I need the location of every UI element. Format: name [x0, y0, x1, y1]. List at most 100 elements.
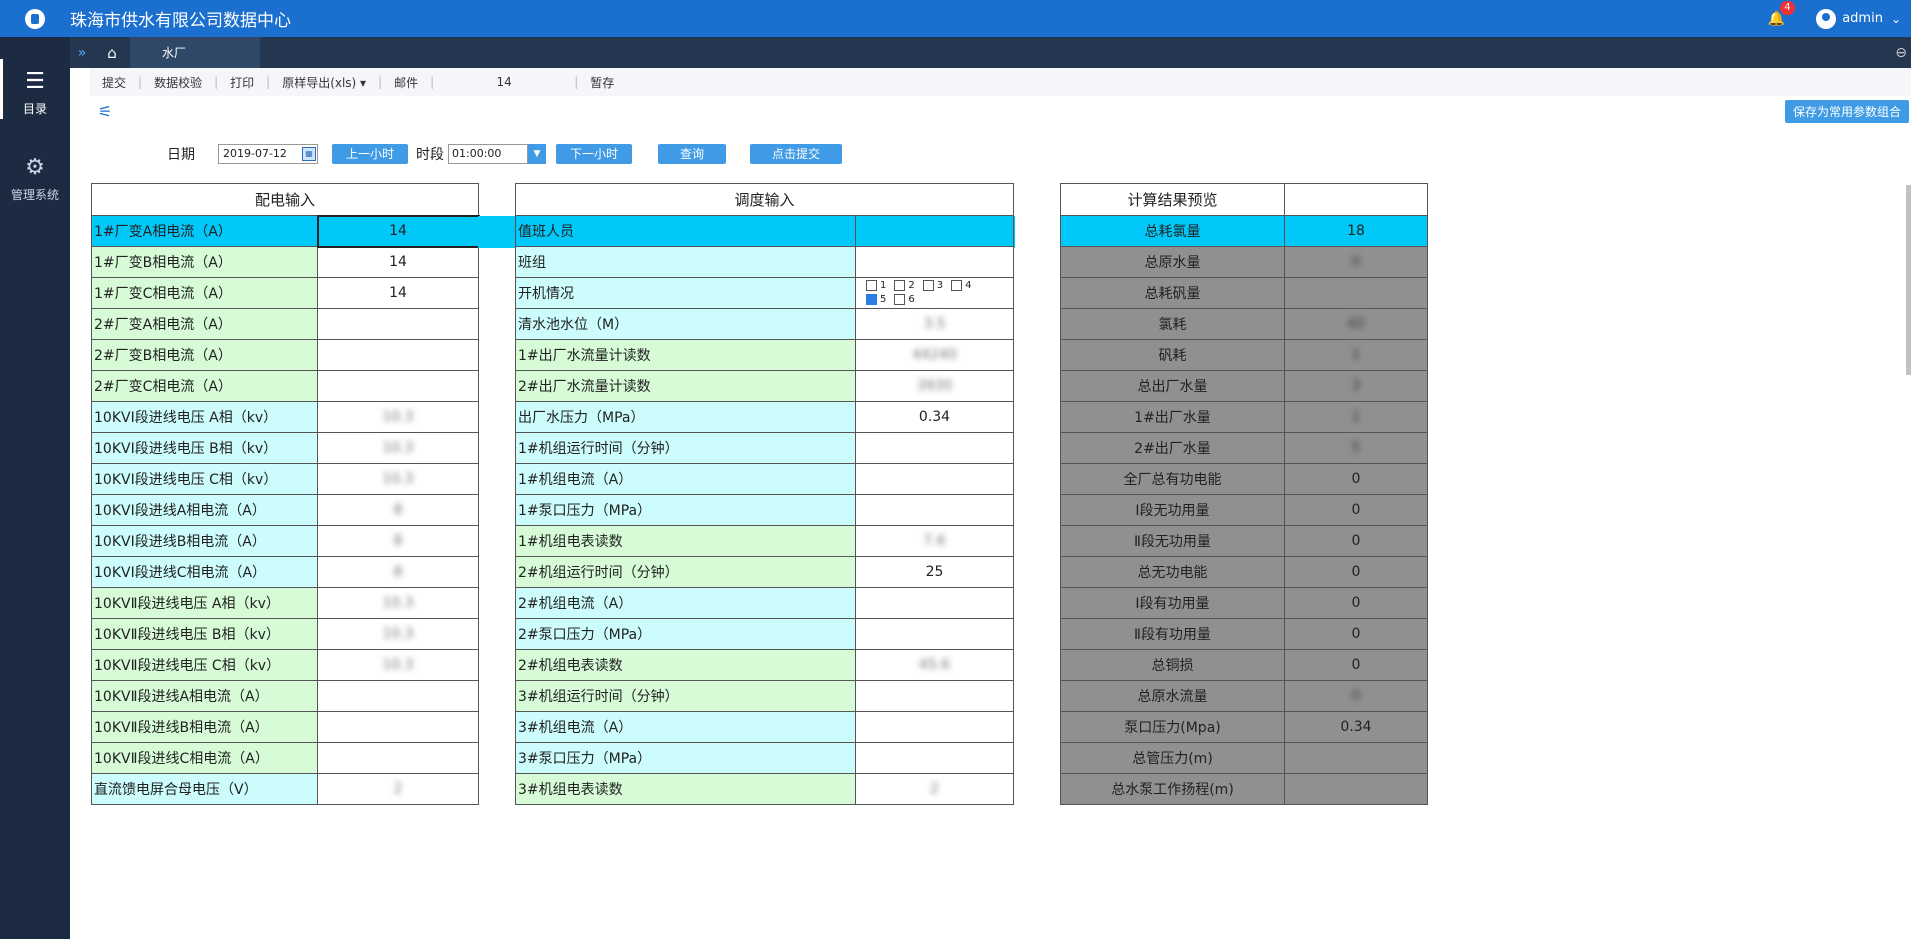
dispatch-input-table: 调度输入 值班人员 班组 开机情况 1 2 3 4 5 6 清水池水位（M） 3.5 1#出厂水流量计读… — [514, 183, 1015, 805]
validate-button[interactable]: 数据校验 — [142, 74, 214, 91]
row-value-input[interactable]: 14 — [316, 277, 480, 309]
row-value-input[interactable] — [316, 370, 480, 402]
row-value: 0 — [1284, 463, 1428, 495]
row-value-input[interactable]: 8 — [316, 494, 480, 526]
chevron-down-icon[interactable]: ▼ — [528, 144, 547, 164]
row-value-input[interactable]: 10.3 — [316, 587, 480, 619]
row-value: 5 — [1284, 432, 1428, 464]
row-value-input[interactable]: 10.3 — [316, 649, 480, 681]
row-value-input[interactable]: 44240 — [854, 339, 1015, 371]
row-value-input[interactable]: 0.34 — [854, 401, 1015, 433]
checkbox-label: 2 — [908, 280, 915, 291]
row-value-input[interactable]: 14 — [316, 246, 480, 278]
print-button[interactable]: 打印 — [218, 74, 266, 91]
row-value-input[interactable] — [316, 308, 480, 340]
expand-icon[interactable]: » — [70, 45, 94, 61]
row-value-input[interactable] — [316, 742, 480, 774]
table-row: 2#出厂水流量计读数 3930 — [515, 370, 1015, 402]
row-value-input[interactable]: 25 — [854, 556, 1015, 588]
row-label: 3#机组电流（A） — [515, 711, 856, 743]
time-field[interactable]: 01:00:00 — [448, 144, 529, 164]
checkbox-6[interactable] — [894, 293, 906, 305]
row-label: 1#厂变C相电流（A） — [91, 277, 318, 309]
row-label: 班组 — [515, 246, 856, 278]
user-menu[interactable]: admin ⌄ — [1816, 8, 1901, 29]
row-value-input[interactable]: 3930 — [854, 370, 1015, 402]
table-header-row: 配电输入 — [90, 183, 480, 216]
export-xls-button[interactable]: 原样导出(xls) ▾ — [270, 74, 378, 91]
row-value-input[interactable] — [854, 463, 1015, 495]
row-label: 总水泵工作扬程(m) — [1060, 773, 1285, 805]
checkbox-4[interactable] — [951, 279, 963, 291]
table-row: 2#厂变A相电流（A） — [91, 308, 480, 340]
row-value-input[interactable]: 10.3 — [316, 432, 480, 464]
row-value-input[interactable]: 10.3 — [316, 618, 480, 650]
row-value-input[interactable] — [316, 711, 480, 743]
row-label: 2#出厂水流量计读数 — [515, 370, 856, 402]
row-value-input[interactable] — [854, 494, 1015, 526]
date-field[interactable]: 2019-07-12 ▦ — [218, 144, 318, 164]
row-value: 0 — [1284, 494, 1428, 526]
row-value-input[interactable]: 10.3 — [316, 463, 480, 495]
checkbox-2[interactable] — [894, 279, 906, 291]
sidebar-item-catalog[interactable]: ☰ 目录 — [0, 59, 70, 119]
notification-bell-icon[interactable]: 🔔 4 — [1756, 0, 1796, 27]
checkbox-5[interactable] — [866, 293, 877, 305]
row-value-input[interactable] — [854, 432, 1015, 464]
row-value-input[interactable] — [854, 215, 1015, 247]
next-hour-button[interactable]: 下一小时 — [556, 144, 633, 164]
row-value-input[interactable] — [854, 618, 1015, 650]
result-preview-title: 计算结果预览 — [1060, 183, 1285, 216]
row-value-input[interactable]: 45.6 — [854, 649, 1015, 681]
row-value-input[interactable] — [316, 339, 480, 371]
row-value-input[interactable] — [316, 680, 480, 712]
app-logo-icon[interactable] — [0, 0, 70, 37]
checkbox-label: 1 — [880, 280, 887, 291]
row-label: 10KVⅡ段进线C相电流（A） — [91, 742, 318, 774]
home-icon[interactable]: ⌂ — [94, 44, 130, 62]
table-row: 3#机组电表读数 2 — [515, 773, 1015, 805]
row-label: 总管压力(m) — [1060, 742, 1285, 774]
tab-water-plant[interactable]: 水厂 — [130, 37, 260, 68]
draft-button[interactable]: 暂存 — [578, 74, 626, 91]
click-submit-button[interactable]: 点击提交 — [750, 144, 843, 164]
row-label: 10KVⅠ段进线A相电流（A） — [91, 494, 318, 526]
row-value-input[interactable]: 7.6 — [854, 525, 1015, 557]
filter-settings-icon[interactable]: ⚟ — [90, 102, 120, 121]
row-value-input[interactable]: 8 — [316, 525, 480, 557]
row-label: 2#机组电流（A） — [515, 587, 856, 619]
prev-hour-button[interactable]: 上一小时 — [332, 144, 409, 164]
submit-button[interactable]: 提交 — [90, 74, 138, 91]
close-tabs-icon[interactable]: ⊖ — [1895, 45, 1907, 61]
row-value-input[interactable]: 2 — [316, 773, 480, 805]
table-row: 全厂总有功电能 0 — [1060, 463, 1428, 495]
row-value-input[interactable]: 14 — [316, 214, 480, 248]
row-value-input[interactable] — [854, 711, 1015, 743]
row-value-input[interactable] — [854, 246, 1015, 278]
row-value-input[interactable] — [854, 680, 1015, 712]
row-value-input[interactable] — [854, 742, 1015, 774]
table-row: 矾耗 1 — [1060, 339, 1428, 371]
table-row: 10KVⅠ段进线电压 A相（kv） 10.3 — [91, 401, 480, 433]
row-label: 总耗矾量 — [1060, 277, 1285, 309]
row-label: 总原水流量 — [1060, 680, 1285, 712]
sidebar-item-management[interactable]: ⚙ 管理系统 — [0, 155, 70, 203]
save-param-combo-button[interactable]: 保存为常用参数组合 — [1784, 100, 1909, 123]
row-value-input[interactable] — [854, 587, 1015, 619]
query-button[interactable]: 查询 — [658, 144, 727, 164]
calendar-icon[interactable]: ▦ — [302, 147, 316, 161]
checkbox-1[interactable] — [866, 279, 877, 291]
email-button[interactable]: 邮件 — [382, 74, 430, 91]
row-label: 氯耗 — [1060, 308, 1285, 340]
machine-status-checkboxes[interactable]: 1 2 3 4 5 6 — [854, 277, 1015, 309]
checkbox-3[interactable] — [922, 279, 934, 291]
table-row: 10KVⅠ段进线电压 C相（kv） 10.3 — [91, 463, 480, 495]
row-value-input[interactable]: 10.3 — [316, 401, 480, 433]
row-value-input[interactable]: 3.5 — [854, 308, 1015, 340]
table-row: 总铜损 0 — [1060, 649, 1428, 681]
row-label: Ⅰ段无功用量 — [1060, 494, 1285, 526]
row-value-input[interactable]: 8 — [316, 556, 480, 588]
vertical-scrollbar[interactable] — [1906, 185, 1911, 375]
table-row: Ⅰ段无功用量 0 — [1060, 494, 1428, 526]
row-value-input[interactable]: 2 — [854, 773, 1015, 805]
